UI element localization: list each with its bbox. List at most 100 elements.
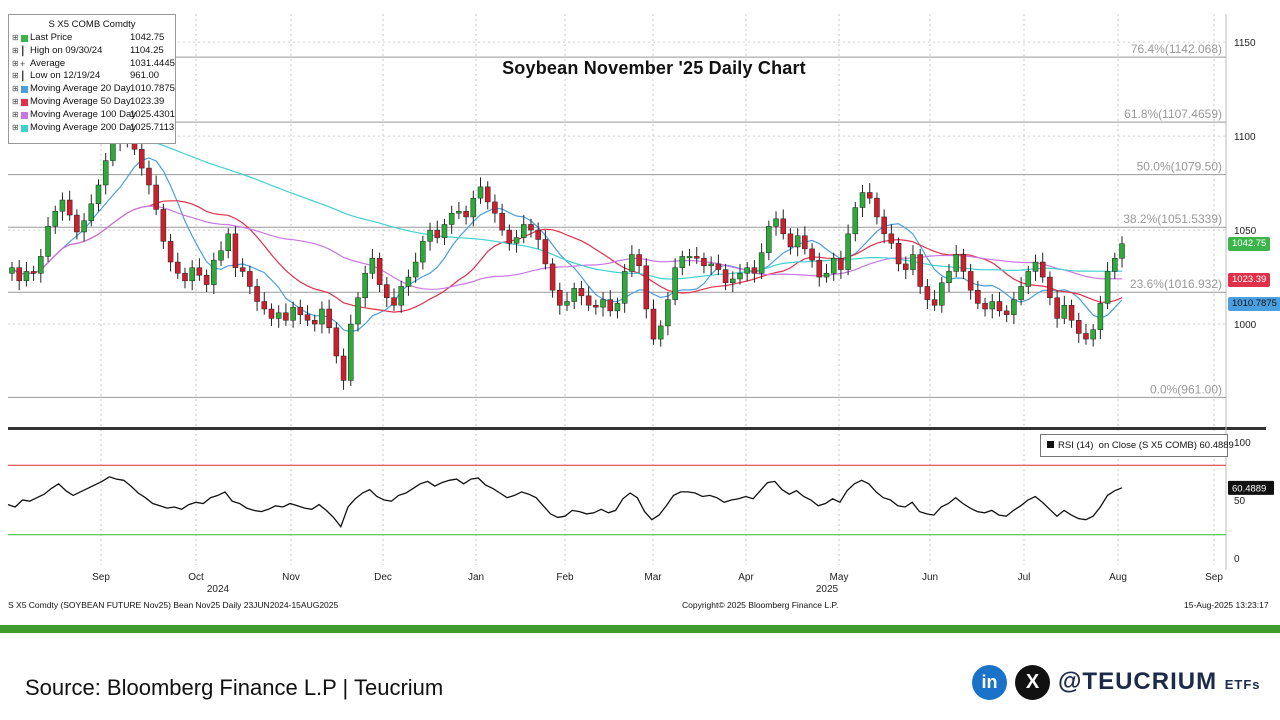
footer-copyright: Copyright© 2025 Bloomberg Finance L.P. <box>682 600 839 610</box>
candle-body <box>30 271 37 274</box>
candles <box>9 124 1125 390</box>
candle-body <box>102 160 109 186</box>
candle-body <box>434 229 441 238</box>
candle-body <box>895 242 902 265</box>
legend-value: 1023.39 <box>130 95 165 107</box>
fibonacci-label: 23.6%(1016.932) <box>1130 277 1222 291</box>
candle-body <box>499 212 505 231</box>
footer-timestamp: 15-Aug-2025 13:23:17 <box>1184 600 1269 610</box>
candle-body <box>830 258 837 274</box>
candle-body <box>845 233 851 270</box>
candle-body <box>448 212 455 225</box>
expand-icon: ⊞ <box>12 84 19 94</box>
candle-body <box>665 299 671 327</box>
panel-separator <box>8 427 1266 430</box>
candle-body <box>138 149 145 169</box>
candle-body <box>585 295 592 306</box>
legend-entry: ⊞ Moving Average 200 Day 1025.7113 <box>9 122 175 135</box>
candle-body <box>823 273 830 278</box>
legend-label: Last Price <box>30 32 73 43</box>
candle-body <box>931 299 938 306</box>
rsi-tick-label: 100 <box>1234 438 1251 449</box>
legend-value: 1010.7875 <box>130 83 175 95</box>
candle-body <box>369 258 376 274</box>
candle-body <box>1039 261 1046 278</box>
legend-label: Moving Average 100 Day <box>30 108 136 120</box>
candle-body <box>917 254 923 287</box>
legend-glyph: ┃ <box>20 45 26 56</box>
candle-body <box>852 207 859 235</box>
candle-body <box>1083 333 1089 340</box>
candle-body <box>600 299 606 308</box>
chart-area: 76.4%(1142.068) 61.8%(1107.4659) 50.0%(107… <box>0 0 1280 628</box>
candle-body <box>715 263 722 270</box>
legend-value: 1104.25 <box>130 44 164 56</box>
fibonacci-label: 38.2%(1051.5339) <box>1123 212 1222 226</box>
candle-body <box>66 199 73 216</box>
legend-value: 961.00 <box>130 70 160 82</box>
chart-title: Soybean November '25 Daily Chart <box>502 58 806 78</box>
brand-suffix: ETFs <box>1224 677 1261 692</box>
legend-swatch <box>21 98 28 106</box>
moving-average-100-line <box>11 205 1123 290</box>
candle-body <box>903 263 909 270</box>
candle-body <box>203 274 210 285</box>
price-tick-label: 1050 <box>1234 226 1257 237</box>
candle-body <box>924 286 931 300</box>
candle-body <box>708 263 714 267</box>
candle-body <box>506 229 513 244</box>
candle-body <box>182 273 188 282</box>
month-label: May <box>830 572 849 583</box>
legend-entry: ⊞ Moving Average 20 Day 1010.7875 <box>9 83 175 96</box>
footer-ticker-info: S X5 Comdty (SOYBEAN FUTURE Nov25) Bean … <box>8 600 339 610</box>
candle-body <box>211 259 217 285</box>
price-tick-label: 1100 <box>1234 132 1256 143</box>
candle-body <box>1090 329 1096 340</box>
teucrium-logo: @TEUCRIUM ETFs <box>1058 668 1261 696</box>
candle-body <box>1119 243 1125 259</box>
legend-label: Low on 12/19/24 <box>30 70 101 82</box>
year-label: 2025 <box>816 584 839 595</box>
candle-body <box>283 312 289 321</box>
legend-label: High on 09/30/24 <box>30 44 103 56</box>
month-label: Aug <box>1109 572 1127 583</box>
candle-body <box>1068 305 1075 321</box>
candle-body <box>110 143 116 161</box>
candle-body <box>45 226 51 257</box>
candle-body <box>254 286 260 302</box>
candle-body <box>614 303 621 312</box>
candle-body <box>59 199 66 212</box>
candle-body <box>311 320 318 325</box>
candle-body <box>975 289 981 304</box>
candle-body <box>412 261 419 278</box>
candle-body <box>1112 258 1118 272</box>
legend-glyph: ┃ <box>20 71 26 82</box>
candle-body <box>672 267 678 300</box>
candle-body <box>247 271 253 287</box>
expand-icon: ⊞ <box>12 58 19 68</box>
candle-body <box>593 305 599 308</box>
candle-body <box>989 301 996 310</box>
candle-body <box>1104 271 1111 304</box>
x-icon[interactable]: X <box>1015 665 1050 700</box>
fibonacci-levels: 76.4%(1142.068) 61.8%(1107.4659) 50.0%(107… <box>8 42 1226 398</box>
legend-value: 1042.75 <box>130 32 165 43</box>
legend-swatch <box>21 124 28 132</box>
legend-entry: ⊞ ┃ Low on 12/19/24 961.00 <box>9 70 175 83</box>
candle-body <box>780 218 786 235</box>
linkedin-icon[interactable]: in <box>972 665 1007 700</box>
candle-body <box>960 254 967 272</box>
candle-body <box>420 241 426 263</box>
candle-body <box>549 263 556 291</box>
brand-name: @TEUCRIUM <box>1058 668 1218 695</box>
candle-body <box>535 229 541 240</box>
candle-body <box>809 248 815 261</box>
source-text: Source: Bloomberg Finance L.P | Teucrium <box>25 675 444 700</box>
candle-body <box>398 286 404 306</box>
legend-entry: ⊞ + Average 1031.4445 <box>9 58 175 71</box>
rsi-source: on Close (S X5 COMB) <box>1098 440 1197 451</box>
candle-body <box>1047 276 1053 298</box>
candle-body <box>340 355 347 381</box>
legend-value: 1025.4301 <box>130 108 175 120</box>
legend-entry: ⊞ Moving Average 100 Day 1025.4301 <box>9 109 175 122</box>
